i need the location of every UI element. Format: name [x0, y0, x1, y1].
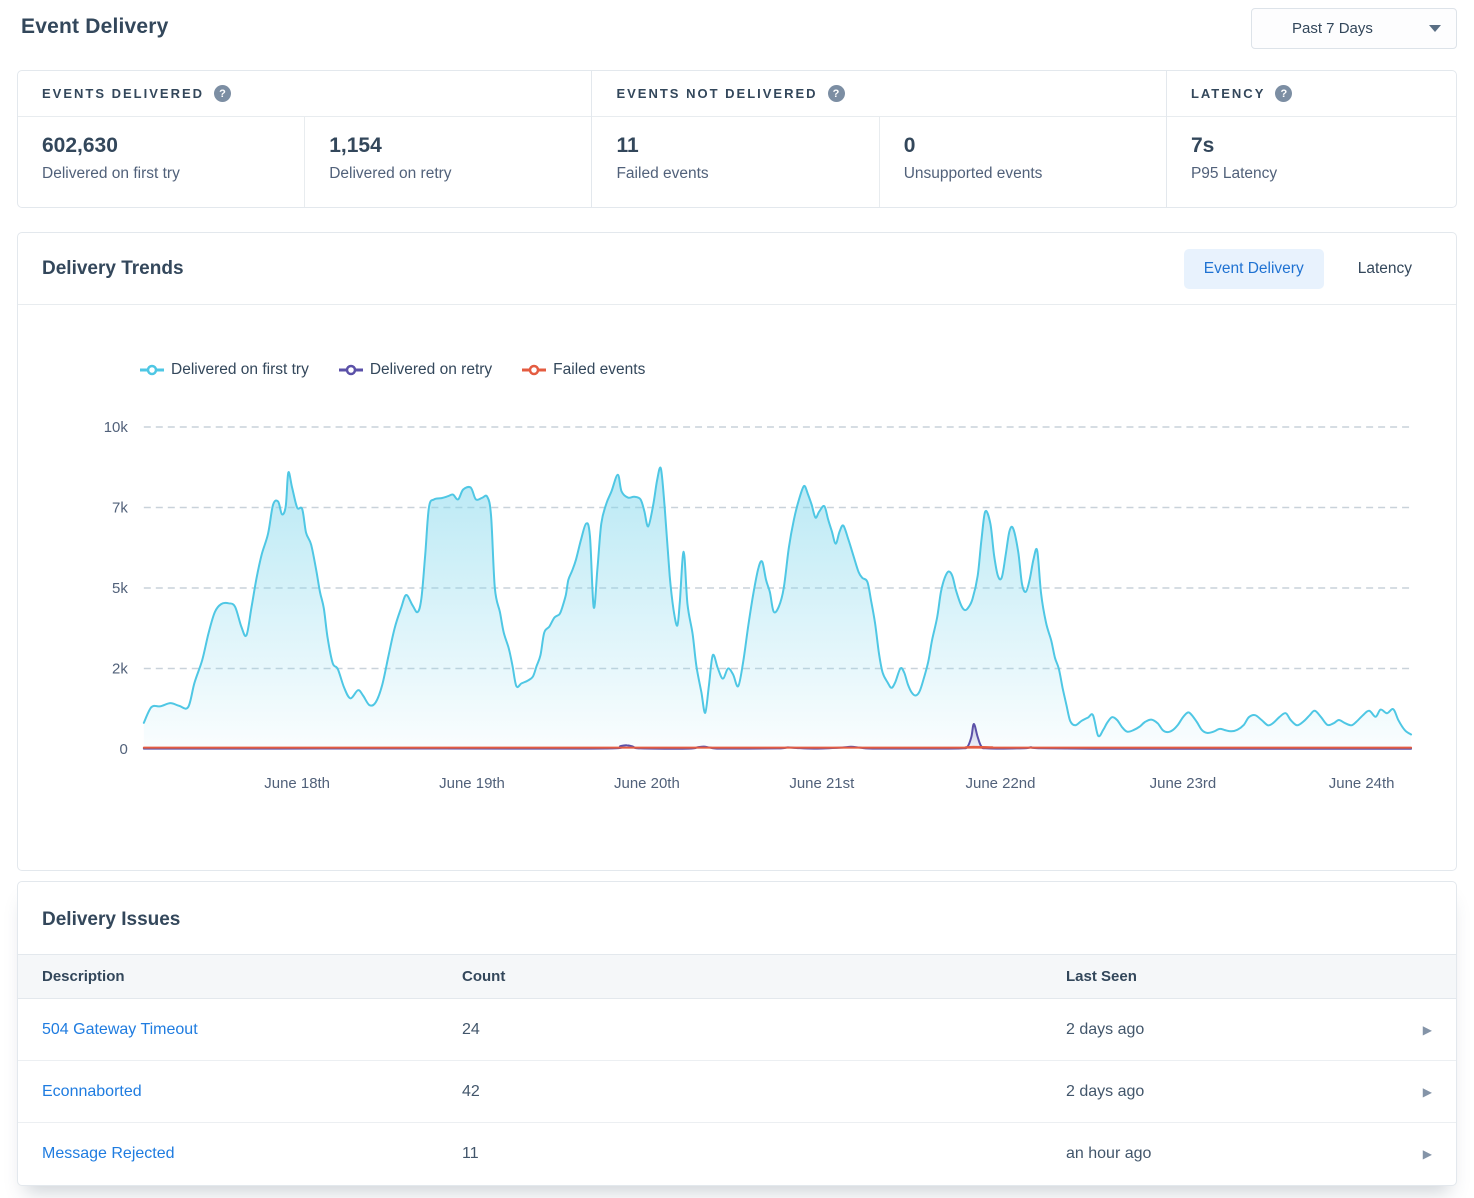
- metric-failed-events: 11 Failed events: [592, 117, 878, 207]
- delivery-trends-header: Delivery Trends Event Delivery Latency: [18, 233, 1456, 305]
- issue-count: 24: [462, 1021, 1066, 1039]
- y-axis-tick-label: 0: [120, 741, 128, 758]
- metric-unsupported-events: 0 Unsupported events: [879, 117, 1166, 207]
- legend-label: Delivered on first try: [171, 361, 309, 379]
- metric-label: P95 Latency: [1191, 165, 1432, 183]
- chevron-right-icon[interactable]: ▶: [1423, 1147, 1432, 1161]
- table-row: Message Rejected 11 an hour ago ▶: [18, 1123, 1456, 1185]
- page-title: Event Delivery: [17, 15, 169, 39]
- delivery-issues-title: Delivery Issues: [18, 882, 1456, 954]
- tab-latency[interactable]: Latency: [1338, 249, 1432, 289]
- stat-group-latency: LATENCY ? 7s P95 Latency: [1167, 71, 1456, 207]
- metric-value: 7s: [1191, 134, 1432, 158]
- issue-last-seen: 2 days ago: [1066, 1083, 1390, 1101]
- metric-delivered-first-try: 602,630 Delivered on first try: [18, 117, 304, 207]
- metric-value: 11: [616, 134, 854, 158]
- stat-group-header: EVENTS NOT DELIVERED ?: [592, 71, 1165, 117]
- metric-p95-latency: 7s P95 Latency: [1167, 117, 1456, 207]
- legend-marker-icon: [339, 364, 363, 376]
- legend-item-failed[interactable]: Failed events: [522, 361, 645, 379]
- metric-label: Unsupported events: [904, 165, 1142, 183]
- legend-label: Failed events: [553, 361, 645, 379]
- legend-marker-icon: [522, 364, 546, 376]
- x-axis-tick-label: June 22nd: [966, 775, 1036, 792]
- metric-value: 0: [904, 134, 1142, 158]
- delivery-trends-chart: 0 2k 5k 7k 10k June 18th June 19th June 20th Jun…: [18, 305, 1456, 870]
- table-row: 504 Gateway Timeout 24 2 days ago ▶: [18, 999, 1456, 1061]
- x-axis-tick-label: June 20th: [614, 775, 680, 792]
- stat-group-events-not-delivered: EVENTS NOT DELIVERED ? 11 Failed events …: [592, 71, 1166, 207]
- x-axis-tick-label: June 24th: [1329, 775, 1395, 792]
- date-range-select[interactable]: Past 7 Days: [1251, 8, 1457, 49]
- stat-group-title: EVENTS DELIVERED: [42, 86, 204, 101]
- x-axis-tick-label: June 19th: [439, 775, 505, 792]
- delivery-trends-card: Delivery Trends Event Delivery Latency: [17, 232, 1457, 871]
- issue-last-seen: 2 days ago: [1066, 1021, 1390, 1039]
- metric-delivered-retry: 1,154 Delivered on retry: [304, 117, 591, 207]
- x-axis-tick-label: June 23rd: [1150, 775, 1217, 792]
- legend-label: Delivered on retry: [370, 361, 492, 379]
- date-range-value: Past 7 Days: [1292, 20, 1373, 37]
- metric-label: Delivered on first try: [42, 165, 280, 183]
- metric-value: 602,630: [42, 134, 280, 158]
- issue-link[interactable]: Message Rejected: [42, 1145, 462, 1163]
- stat-group-title: LATENCY: [1191, 86, 1265, 101]
- y-axis-tick-label: 10k: [104, 419, 129, 436]
- y-axis-tick-label: 7k: [112, 499, 128, 516]
- stat-group-events-delivered: EVENTS DELIVERED ? 602,630 Delivered on …: [18, 71, 592, 207]
- delivery-trends-title: Delivery Trends: [42, 258, 184, 280]
- chevron-right-icon[interactable]: ▶: [1423, 1085, 1432, 1099]
- column-header-last-seen: Last Seen: [1066, 968, 1390, 985]
- stat-group-header: LATENCY ?: [1167, 71, 1456, 117]
- issue-count: 42: [462, 1083, 1066, 1101]
- chevron-right-icon[interactable]: ▶: [1423, 1023, 1432, 1037]
- tab-event-delivery[interactable]: Event Delivery: [1184, 249, 1324, 289]
- metric-label: Delivered on retry: [329, 165, 567, 183]
- legend-item-retry[interactable]: Delivered on retry: [339, 361, 492, 379]
- metric-label: Failed events: [616, 165, 854, 183]
- chart-legend: Delivered on first try Delivered on retr…: [140, 361, 645, 379]
- issue-link[interactable]: Econnaborted: [42, 1083, 462, 1101]
- table-row: Econnaborted 42 2 days ago ▶: [18, 1061, 1456, 1123]
- help-icon[interactable]: ?: [1275, 85, 1292, 102]
- column-header-description: Description: [42, 968, 462, 985]
- legend-item-first-try[interactable]: Delivered on first try: [140, 361, 309, 379]
- metric-value: 1,154: [329, 134, 567, 158]
- x-axis-tick-label: June 21st: [789, 775, 855, 792]
- page-header: Event Delivery Past 7 Days: [17, 0, 1457, 58]
- issue-count: 11: [462, 1145, 1066, 1163]
- y-axis-tick-label: 2k: [112, 660, 128, 677]
- delivery-issues-table: Description Count Last Seen 504 Gateway …: [18, 954, 1456, 1185]
- issue-last-seen: an hour ago: [1066, 1145, 1390, 1163]
- column-header-count: Count: [462, 968, 1066, 985]
- legend-marker-icon: [140, 364, 164, 376]
- delivery-trends-chart-area: 0 2k 5k 7k 10k June 18th June 19th June 20th Jun…: [18, 305, 1456, 870]
- y-axis-tick-label: 5k: [112, 580, 128, 597]
- x-axis-tick-label: June 18th: [264, 775, 330, 792]
- stat-group-header: EVENTS DELIVERED ?: [18, 71, 591, 117]
- stats-bar: EVENTS DELIVERED ? 602,630 Delivered on …: [17, 70, 1457, 208]
- help-icon[interactable]: ?: [214, 85, 231, 102]
- event-delivery-page: Event Delivery Past 7 Days EVENTS DELIVE…: [0, 0, 1474, 1186]
- issue-link[interactable]: 504 Gateway Timeout: [42, 1021, 462, 1039]
- series-line-2: [144, 747, 1411, 748]
- stat-group-title: EVENTS NOT DELIVERED: [616, 86, 817, 101]
- table-header-row: Description Count Last Seen: [18, 954, 1456, 999]
- help-icon[interactable]: ?: [828, 85, 845, 102]
- caret-down-icon: [1429, 25, 1441, 32]
- trends-tabs: Event Delivery Latency: [1184, 249, 1432, 289]
- delivery-issues-card: Delivery Issues Description Count Last S…: [17, 881, 1457, 1186]
